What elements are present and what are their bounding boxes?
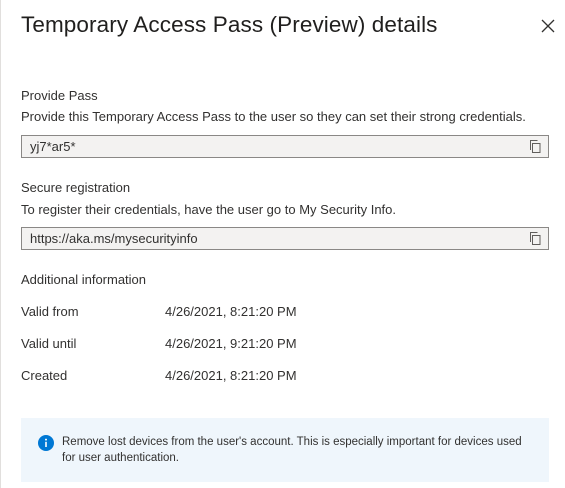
copy-pass-button[interactable] [528,139,542,154]
created-label: Created [21,368,68,383]
secure-registration-heading: Secure registration [21,180,131,195]
provide-pass-heading: Provide Pass [21,88,98,103]
banner-message: Remove lost devices from the user's acco… [62,436,522,464]
valid-from-value: 4/26/2021, 8:21:20 PM [165,304,297,319]
panel-title: Temporary Access Pass (Preview) details [21,12,438,37]
copy-icon [530,232,541,245]
copy-icon [530,140,541,153]
provide-pass-description: Provide this Temporary Access Pass to th… [21,109,526,124]
secure-registration-description: To register their credentials, have the … [21,202,397,217]
registration-url-field [21,227,549,250]
pass-field [21,135,549,158]
pass-input[interactable] [22,136,522,157]
close-button[interactable] [537,15,559,37]
info-icon [38,435,54,451]
details-panel: Temporary Access Pass (Preview) details … [0,0,565,488]
valid-until-value: 4/26/2021, 9:21:20 PM [165,336,297,351]
valid-from-label: Valid from [21,304,79,319]
registration-url-input[interactable] [22,228,522,249]
valid-until-label: Valid until [21,336,77,351]
info-banner: Remove lost devices from the user's acco… [21,418,549,482]
close-icon [541,19,555,33]
additional-info-heading: Additional information [21,272,147,287]
copy-url-button[interactable] [528,231,542,246]
created-value: 4/26/2021, 8:21:20 PM [165,368,297,383]
